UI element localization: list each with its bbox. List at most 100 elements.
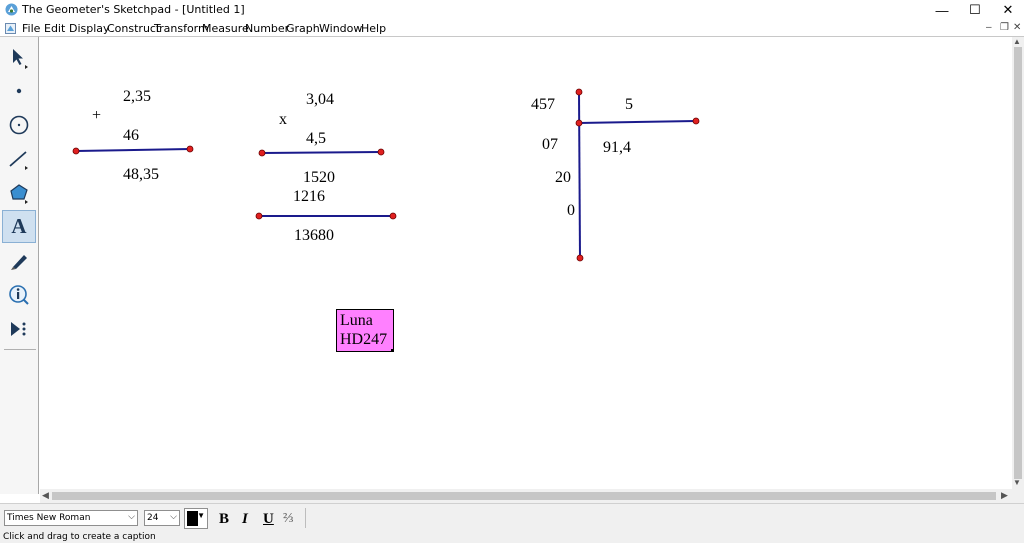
- text-format-bar: Times New Roman ⌵ 24 ⌵ ▼ B I U ⅔: [0, 503, 1024, 531]
- format-bar-divider: [305, 508, 306, 528]
- segment-endpoint[interactable]: [575, 88, 583, 96]
- segment-endpoint[interactable]: [389, 212, 397, 220]
- scrollbar-corner: [1012, 489, 1024, 503]
- straightedge-tool-button[interactable]: [2, 142, 36, 175]
- italic-button[interactable]: I: [242, 511, 248, 528]
- addition-operand-2[interactable]: 46: [123, 127, 139, 145]
- font-size-value: 24: [147, 513, 159, 523]
- scroll-right-icon[interactable]: ▶: [1001, 490, 1008, 501]
- dropdown-arrow-icon: ▼: [197, 511, 205, 520]
- text-tool-icon: A: [11, 214, 27, 238]
- menu-construct[interactable]: Construct: [107, 22, 160, 35]
- caption-line-1: Luna: [340, 312, 373, 329]
- point-icon: [16, 88, 22, 93]
- caption-line-2: HD247: [340, 331, 388, 348]
- scroll-left-icon[interactable]: ◀: [42, 490, 49, 501]
- vertical-scrollbar[interactable]: ▲ ▼: [1012, 37, 1024, 489]
- underline-button[interactable]: U: [263, 511, 274, 528]
- scroll-down-icon[interactable]: ▼: [1013, 478, 1021, 487]
- menu-transform[interactable]: Transform: [154, 22, 209, 35]
- sketch-geometry: [72, 88, 700, 262]
- font-size-select[interactable]: 24 ⌵: [144, 510, 180, 526]
- addition-segment[interactable]: [75, 148, 191, 152]
- polygon-icon: [10, 183, 28, 204]
- menu-file[interactable]: File: [22, 22, 40, 35]
- chevron-down-icon: ⌵: [170, 512, 177, 522]
- multiplication-partial-2[interactable]: 1216: [293, 188, 325, 206]
- multiplication-result[interactable]: 13680: [294, 227, 334, 245]
- caption-textbox[interactable]: Luna HD247: [336, 309, 394, 352]
- segment-endpoint[interactable]: [258, 149, 266, 157]
- maximize-button[interactable]: ☐: [958, 0, 992, 20]
- compass-circle-icon: [9, 115, 29, 134]
- segment-endpoint[interactable]: [72, 147, 80, 155]
- sketchpad-app-icon: [5, 3, 18, 16]
- text-color-button[interactable]: ▼: [184, 508, 208, 529]
- division-dividend[interactable]: 457: [531, 96, 555, 114]
- segment-endpoint[interactable]: [692, 117, 700, 125]
- multiplication-operand-1[interactable]: 3,04: [306, 91, 334, 109]
- segment-endpoint[interactable]: [255, 212, 263, 220]
- minimize-button[interactable]: —: [925, 0, 959, 20]
- addition-operand-1[interactable]: 2,35: [123, 88, 151, 106]
- window-title: The Geometer's Sketchpad - [Untitled 1]: [22, 3, 245, 16]
- menu-help[interactable]: Help: [361, 22, 386, 35]
- menu-edit[interactable]: Edit: [44, 22, 65, 35]
- document-icon[interactable]: [5, 23, 16, 34]
- status-bar: Click and drag to create a caption: [0, 531, 1024, 543]
- scroll-up-icon[interactable]: ▲: [1013, 37, 1021, 46]
- text-tool-button[interactable]: A: [2, 210, 36, 243]
- multiplication-partial-1[interactable]: 1520: [303, 169, 335, 187]
- menu-number[interactable]: Number: [245, 22, 289, 35]
- doc-restore-button[interactable]: ❐: [1000, 22, 1009, 33]
- point-tool-button[interactable]: [2, 74, 36, 107]
- menu-graph[interactable]: Graph: [286, 22, 320, 35]
- addition-operator[interactable]: +: [92, 107, 101, 125]
- custom-tools-play-icon: [11, 321, 26, 336]
- division-vertical-segment[interactable]: [578, 91, 581, 259]
- multiplication-operator[interactable]: x: [279, 111, 287, 129]
- font-family-select[interactable]: Times New Roman ⌵: [4, 510, 138, 526]
- division-remainder-2[interactable]: 20: [555, 169, 571, 187]
- toolbox: A: [0, 37, 39, 494]
- arrow-selection-icon: [13, 48, 28, 69]
- bold-button[interactable]: B: [219, 511, 229, 528]
- marker-pen-icon: [11, 254, 27, 270]
- marker-tool-button[interactable]: [2, 244, 36, 277]
- menu-window[interactable]: Window: [319, 22, 362, 35]
- polygon-tool-button[interactable]: [2, 176, 36, 209]
- doc-close-button[interactable]: ✕: [1013, 22, 1021, 33]
- compass-tool-button[interactable]: [2, 108, 36, 141]
- arrow-tool-button[interactable]: [2, 41, 36, 74]
- division-remainder-1[interactable]: 07: [542, 136, 558, 154]
- division-remainder-3[interactable]: 0: [567, 202, 575, 220]
- segment-endpoint[interactable]: [377, 148, 385, 156]
- multiplication-segment-1[interactable]: [261, 151, 382, 154]
- custom-tool-button[interactable]: [2, 312, 36, 345]
- horizontal-scrollbar[interactable]: ◀ ▶: [40, 489, 1012, 503]
- division-quotient[interactable]: 91,4: [603, 139, 631, 157]
- information-tool-button[interactable]: [2, 278, 36, 311]
- chevron-down-icon: ⌵: [128, 512, 135, 522]
- menu-display[interactable]: Display: [69, 22, 110, 35]
- segment-endpoint[interactable]: [575, 119, 583, 127]
- menu-bar: File Edit Display Construct Transform Me…: [0, 20, 1024, 37]
- toolbox-divider: [4, 349, 36, 350]
- doc-minimize-button[interactable]: –: [986, 22, 992, 33]
- menu-measure[interactable]: Measure: [202, 22, 249, 35]
- straightedge-line-icon: [9, 150, 28, 170]
- vertical-scroll-thumb[interactable]: [1014, 47, 1022, 479]
- close-button[interactable]: ✕: [991, 0, 1024, 20]
- math-format-button[interactable]: ⅔: [283, 511, 294, 527]
- information-icon: [9, 284, 29, 305]
- division-divisor[interactable]: 5: [625, 96, 633, 114]
- multiplication-operand-2[interactable]: 4,5: [306, 130, 326, 148]
- segment-endpoint[interactable]: [186, 145, 194, 153]
- horizontal-scroll-thumb[interactable]: [52, 492, 996, 500]
- addition-result[interactable]: 48,35: [123, 166, 159, 184]
- caption-resize-handle[interactable]: [391, 349, 394, 352]
- division-horizontal-segment[interactable]: [578, 120, 697, 124]
- segment-endpoint[interactable]: [576, 254, 584, 262]
- font-family-value: Times New Roman: [7, 513, 91, 523]
- sketch-canvas[interactable]: 2,35 + 46 48,35 3,04 x 4,5 1520 1216 136…: [40, 37, 1012, 489]
